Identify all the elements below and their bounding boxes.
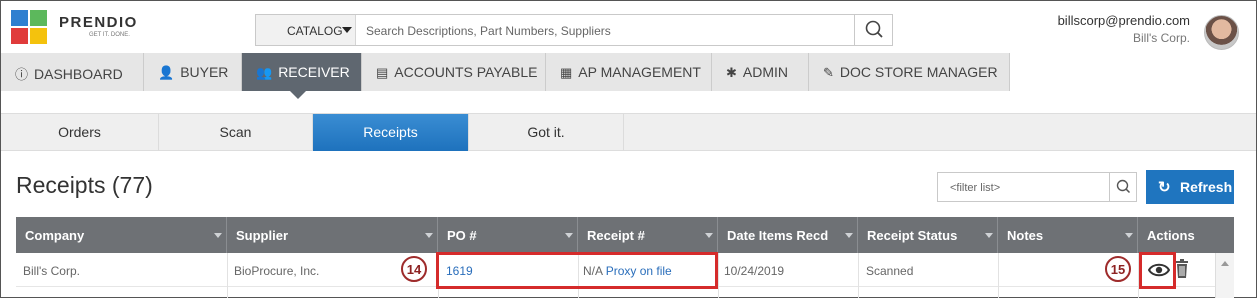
tab-orders[interactable]: Orders — [1, 114, 159, 151]
nav-filler — [1010, 53, 1256, 91]
sort-icon — [705, 233, 713, 238]
column-header-supplier[interactable]: Supplier — [227, 217, 438, 253]
callout-highlight-view-action — [1139, 252, 1176, 289]
receiver-subtabs: Orders Scan Receipts Got it. — [1, 113, 1256, 151]
cell-notes — [1006, 253, 1106, 287]
user-avatar[interactable] — [1204, 15, 1239, 50]
brand-name: PRENDIO — [59, 14, 138, 31]
column-header-actions: Actions — [1138, 217, 1234, 253]
cell-date-recd: 10/24/2019 — [724, 264, 785, 278]
nav-buyer-label: BUYER — [180, 64, 229, 80]
document-icon: ▤ — [376, 65, 389, 80]
column-header-status-label: Receipt Status — [867, 228, 958, 243]
filter-input[interactable]: <filter list> — [950, 182, 1000, 194]
column-header-company[interactable]: Company — [16, 217, 227, 253]
cell-status: Scanned — [866, 264, 914, 278]
sort-icon — [425, 233, 433, 238]
sort-icon — [845, 233, 853, 238]
column-divider — [998, 253, 999, 298]
brand-tagline: GET IT. DONE. — [89, 32, 130, 38]
logo-square-red — [11, 28, 28, 44]
search-button[interactable] — [854, 15, 892, 45]
app-header: PRENDIO GET IT. DONE. CATALOG Search Des… — [1, 1, 1256, 53]
column-header-status[interactable]: Receipt Status — [858, 217, 998, 253]
main-nav: ⓘ DASHBOARD 👤 BUYER 👥 RECEIVER ▤ ACCOUNTS PA… — [1, 53, 1256, 99]
nav-admin-label: ADMIN — [742, 64, 789, 80]
receipts-table-header: Company Supplier PO # Receipt # Date Ite… — [16, 217, 1234, 253]
refresh-button[interactable]: ↻ Refresh — [1146, 170, 1234, 204]
user-company: Bill's Corp. — [1133, 31, 1190, 45]
column-header-actions-label: Actions — [1147, 228, 1195, 243]
page-title: Receipts (77) — [16, 172, 153, 198]
cell-company: Bill's Corp. — [23, 264, 80, 278]
nav-accounts-payable[interactable]: ▤ ACCOUNTS PAYABLE — [362, 53, 546, 91]
sort-icon — [985, 233, 993, 238]
search-icon — [865, 20, 883, 38]
trash-icon[interactable] — [1174, 259, 1190, 279]
catalog-dropdown-label: CATALOG — [287, 24, 343, 38]
filter-list: <filter list> — [937, 172, 1137, 202]
caret-down-icon — [342, 27, 352, 33]
edit-icon: ✎ — [823, 65, 834, 80]
scroll-up-arrow-icon[interactable] — [1221, 261, 1229, 266]
callout-badge-14: 14 — [401, 256, 427, 282]
callout-highlight-po-receipt — [436, 252, 718, 289]
column-header-receipt[interactable]: Receipt # — [578, 217, 718, 253]
user-email[interactable]: billscorp@prendio.com — [1058, 13, 1190, 28]
buyer-icon: 👤 — [158, 65, 175, 80]
column-header-po-label: PO # — [447, 228, 477, 243]
column-header-date-recd-label: Date Items Recd — [727, 228, 829, 243]
nav-ap-management-label: AP MANAGEMENT — [578, 64, 701, 80]
nav-doc-store-manager-label: DOC STORE MANAGER — [839, 64, 998, 80]
active-nav-pointer — [290, 91, 306, 99]
nav-dashboard[interactable]: ⓘ DASHBOARD — [1, 53, 144, 91]
nav-buyer[interactable]: 👤 BUYER — [144, 53, 242, 91]
tab-scan[interactable]: Scan — [159, 114, 313, 151]
column-divider — [858, 253, 859, 298]
column-divider — [718, 253, 719, 298]
catalog-dropdown[interactable]: CATALOG — [256, 15, 356, 45]
column-header-receipt-label: Receipt # — [587, 228, 645, 243]
refresh-icon: ↻ — [1158, 179, 1171, 196]
sort-icon — [214, 233, 222, 238]
nav-dashboard-label: DASHBOARD — [34, 66, 123, 82]
refresh-button-label: Refresh — [1180, 179, 1233, 195]
catalog-search: CATALOG Search Descriptions, Part Number… — [255, 14, 893, 46]
column-header-supplier-label: Supplier — [236, 228, 289, 243]
receiver-icon: 👥 — [256, 65, 273, 80]
column-header-po[interactable]: PO # — [438, 217, 578, 253]
nav-ap-management[interactable]: ▦ AP MANAGEMENT — [546, 53, 712, 91]
gear-icon: ✱ — [726, 65, 737, 80]
calculator-icon: ▦ — [560, 65, 573, 80]
tab-receipts[interactable]: Receipts — [313, 114, 469, 151]
nav-receiver[interactable]: 👥 RECEIVER — [242, 53, 362, 91]
search-input[interactable]: Search Descriptions, Part Numbers, Suppl… — [366, 24, 611, 38]
logo-square-yellow — [30, 28, 47, 44]
callout-badge-15: 15 — [1105, 256, 1131, 282]
column-header-notes-label: Notes — [1007, 228, 1044, 243]
filter-search-button[interactable] — [1109, 173, 1136, 201]
logo-square-green — [30, 10, 47, 26]
column-header-notes[interactable]: Notes — [998, 217, 1138, 253]
nav-admin[interactable]: ✱ ADMIN — [712, 53, 809, 91]
info-icon: ⓘ — [15, 67, 29, 82]
logo-square-blue — [11, 10, 28, 26]
tab-got-it[interactable]: Got it. — [469, 114, 624, 151]
sort-icon — [565, 233, 573, 238]
column-divider — [227, 253, 228, 298]
nav-doc-store-manager[interactable]: ✎ DOC STORE MANAGER — [809, 53, 1010, 91]
column-header-date-recd[interactable]: Date Items Recd — [718, 217, 858, 253]
column-header-company-label: Company — [25, 228, 85, 243]
nav-receiver-label: RECEIVER — [278, 64, 350, 80]
vertical-scrollbar[interactable] — [1215, 253, 1234, 298]
prendio-logo[interactable] — [11, 10, 51, 46]
sort-icon — [1125, 233, 1133, 238]
nav-accounts-payable-label: ACCOUNTS PAYABLE — [394, 64, 538, 80]
search-icon — [1116, 179, 1131, 194]
